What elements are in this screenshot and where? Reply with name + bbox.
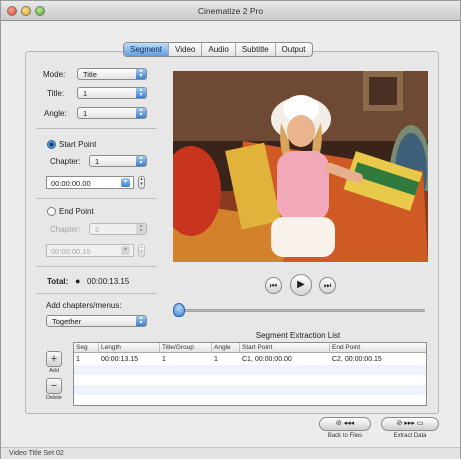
table-row-stripe — [74, 385, 426, 395]
start-time-value: 00:00:00.00 — [51, 179, 91, 188]
divider — [37, 128, 157, 129]
video-frame-image — [173, 71, 428, 262]
column-header-start-point[interactable]: Start Point — [240, 343, 330, 353]
tab-audio[interactable]: Audio — [202, 43, 236, 56]
chapters-menus-value: Together — [52, 317, 82, 326]
tab-bar: Segment Video Audio Subtitle Output — [123, 42, 313, 57]
chevron-down-icon[interactable]: ▾ — [121, 178, 130, 187]
chapters-menus-select[interactable]: Together ▴ ▾ — [46, 315, 147, 327]
start-chapter-label: Chapter: — [50, 157, 81, 166]
start-time-stepper[interactable]: ▴ ▾ — [138, 176, 145, 189]
app-window: Cinematize 2 Pro Segment Video Audio Sub… — [0, 0, 461, 459]
skip-forward-icon: ⏭ — [323, 281, 332, 290]
popup-arrows-icon: ▴ ▾ — [136, 87, 146, 98]
add-label: Add — [49, 368, 59, 374]
total-time: 00:00:13.15 — [87, 277, 130, 286]
end-point-radio[interactable] — [47, 207, 56, 216]
column-header-end-point[interactable]: End Point — [330, 343, 426, 353]
cell-title-group: 1 — [162, 356, 166, 363]
clock-icon: ● — [75, 276, 81, 286]
tab-segment[interactable]: Segment — [124, 43, 170, 56]
end-chapter-label: Chapter: — [50, 225, 81, 234]
title-select[interactable]: 1 ▴ ▾ — [77, 87, 147, 99]
status-text: Video Title Set 02 — [9, 450, 64, 457]
extract-data-button[interactable]: ⊘ ▸▸▸ ▭ — [381, 417, 439, 431]
chevron-down-icon[interactable]: ▾ — [121, 246, 130, 255]
cell-angle: 1 — [214, 356, 218, 363]
window-title: Cinematize 2 Pro — [197, 6, 264, 16]
delete-label: Delete — [46, 395, 62, 401]
popup-arrows-icon: ▴ ▾ — [136, 155, 146, 166]
end-time-value: 00:00:00.15 — [51, 247, 91, 256]
title-bar: Cinematize 2 Pro — [1, 1, 460, 21]
skip-back-icon: ⏮ — [269, 281, 278, 290]
timeline-slider-track[interactable] — [181, 309, 425, 312]
start-point-radio[interactable] — [47, 140, 56, 149]
popup-arrows-icon: ▴ ▾ — [136, 107, 146, 118]
end-time-stepper[interactable]: ▴ ▾ — [138, 244, 145, 257]
column-header-title-group[interactable]: Title/Group — [160, 343, 212, 353]
cell-end-point: C2, 00:00:00.15 — [332, 356, 382, 363]
start-chapter-value: 1 — [95, 157, 100, 166]
divider — [37, 293, 157, 294]
column-header-seg[interactable]: Seg — [74, 343, 99, 353]
divider — [37, 266, 157, 267]
start-chapter-select[interactable]: 1 ▴ ▾ — [89, 155, 147, 167]
cell-seg: 1 — [76, 356, 80, 363]
back-to-files-label: Back to Files — [327, 433, 363, 439]
cell-start-point: C1, 00:00:00.00 — [242, 356, 292, 363]
end-chapter-select[interactable]: 2 ▴ ▾ — [89, 223, 147, 235]
segment-table: Seg Length Title/Group Angle Start Point… — [73, 342, 427, 406]
popup-arrows-icon: ▴ ▾ — [136, 223, 146, 234]
mode-select[interactable]: Title ▴ ▾ — [77, 68, 147, 80]
title-label: Title: — [47, 89, 65, 98]
delete-segment-button[interactable]: − — [46, 378, 62, 394]
column-header-angle[interactable]: Angle — [212, 343, 240, 353]
angle-value: 1 — [83, 109, 88, 118]
end-chapter-value: 2 — [95, 225, 100, 234]
popup-arrows-icon: ▴ ▾ — [136, 68, 146, 79]
chapters-menus-label: Add chapters/menus: — [46, 301, 122, 310]
back-to-files-button[interactable]: ⊘ ◂◂◂ — [319, 417, 371, 431]
mode-value: Title — [83, 70, 97, 79]
extract-data-label: Extract Data — [393, 433, 427, 439]
status-bar: Video Title Set 02 — [1, 447, 460, 459]
play-button[interactable]: ▶ — [290, 274, 312, 296]
total-label: Total: — [47, 277, 69, 286]
video-preview — [173, 71, 428, 262]
mode-label: Mode: — [43, 70, 66, 79]
column-header-length[interactable]: Length — [99, 343, 160, 353]
play-icon: ▶ — [297, 279, 305, 290]
cell-length: 00:00:13.15 — [101, 356, 138, 363]
start-point-label: Start Point — [59, 140, 97, 149]
table-row-stripe — [74, 365, 426, 375]
add-segment-button[interactable]: + — [46, 351, 62, 367]
tab-video[interactable]: Video — [169, 43, 203, 56]
angle-label: Angle: — [44, 109, 67, 118]
tab-subtitle[interactable]: Subtitle — [236, 43, 276, 56]
divider — [37, 198, 157, 199]
segment-list-title: Segment Extraction List — [255, 331, 341, 340]
popup-arrows-icon: ▴ ▾ — [136, 315, 146, 326]
skip-back-button[interactable]: ⏮ — [265, 277, 282, 294]
title-value: 1 — [83, 89, 88, 98]
angle-select[interactable]: 1 ▴ ▾ — [77, 107, 147, 119]
tab-output[interactable]: Output — [276, 43, 312, 56]
timeline-slider-knob[interactable] — [173, 303, 185, 317]
skip-forward-button[interactable]: ⏭ — [319, 277, 336, 294]
end-point-label: End Point — [59, 207, 94, 216]
